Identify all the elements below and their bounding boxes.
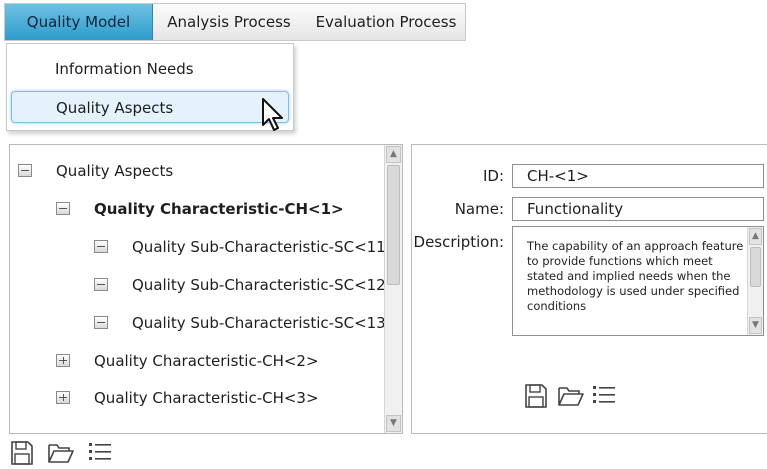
tree-node-characteristic[interactable]: Quality Characteristic-CH<1> [56, 196, 344, 222]
tree-node-label: Quality Sub-Characteristic-SC<11> [132, 238, 399, 256]
tree-node-characteristic[interactable]: Quality Characteristic-CH<2> [56, 348, 319, 374]
tree-node-label: Quality Characteristic-CH<2> [94, 352, 319, 370]
name-field[interactable] [512, 197, 764, 221]
save-icon[interactable] [524, 383, 548, 409]
leaf-node-icon [94, 315, 108, 329]
scroll-up-arrow-icon[interactable]: ▲ [386, 146, 401, 163]
tree-node-label: Quality Characteristic-CH<1> [94, 200, 344, 218]
scroll-down-arrow-icon[interactable]: ▼ [749, 317, 762, 334]
tree-scrollbar[interactable]: ▲ ▼ [384, 145, 402, 433]
description-label: Description: [413, 233, 504, 251]
tab-quality-model[interactable]: Quality Model [5, 4, 153, 40]
tree-node-label: Quality Sub-Characteristic-SC<12> [132, 276, 399, 294]
menu-item-quality-aspects[interactable]: Quality Aspects [11, 91, 289, 123]
description-text: The capability of an approach feature to… [527, 239, 744, 313]
leaf-node-icon [94, 277, 108, 291]
scroll-down-arrow-icon[interactable]: ▼ [386, 415, 401, 432]
tree-node-sub-characteristic[interactable]: Quality Sub-Characteristic-SC<11> [94, 234, 398, 260]
tab-analysis-process[interactable]: Analysis Process [153, 4, 305, 40]
tree-node-label: Quality Sub-Characteristic-SC<13> [132, 314, 399, 332]
tree-node-characteristic[interactable]: Quality Characteristic-CH<3> [56, 385, 319, 411]
description-scrollbar[interactable]: ▲ ▼ [747, 227, 763, 335]
menu-bar: Quality Model Analysis Process Evaluatio… [4, 3, 466, 41]
quality-model-dropdown: Information Needs Quality Aspects [6, 43, 294, 131]
tree-node-label: Quality Aspects [56, 162, 174, 180]
collapse-icon[interactable] [18, 163, 32, 177]
tree-node-sub-characteristic[interactable]: Quality Sub-Characteristic-SC<12> [94, 272, 398, 298]
open-folder-icon[interactable] [47, 442, 75, 464]
characteristic-detail-panel: ID: Name: Description: The capability of… [411, 144, 767, 434]
id-field[interactable] [512, 164, 764, 188]
list-icon[interactable] [592, 383, 616, 407]
open-folder-icon[interactable] [557, 385, 585, 407]
save-icon[interactable] [10, 440, 34, 466]
tree-node-label: Quality Characteristic-CH<3> [94, 389, 319, 407]
leaf-node-icon [94, 239, 108, 253]
tree-node-sub-characteristic[interactable]: Quality Sub-Characteristic-SC<13> [94, 310, 398, 336]
mouse-pointer-icon [262, 98, 283, 131]
expand-icon[interactable] [56, 390, 70, 404]
expand-icon[interactable] [56, 353, 70, 367]
scrollbar-thumb[interactable] [387, 165, 400, 285]
tree-node-root[interactable]: Quality Aspects [18, 158, 173, 184]
name-label: Name: [454, 200, 504, 218]
id-label: ID: [482, 167, 504, 185]
scroll-up-arrow-icon[interactable]: ▲ [749, 228, 762, 245]
collapse-icon[interactable] [56, 201, 70, 215]
menu-item-information-needs[interactable]: Information Needs [11, 53, 289, 85]
quality-aspects-tree-panel: Quality Aspects Quality Characteristic-C… [9, 144, 403, 434]
tab-evaluation-process[interactable]: Evaluation Process [305, 4, 467, 40]
description-field[interactable]: The capability of an approach feature to… [512, 226, 764, 336]
scrollbar-thumb[interactable] [750, 247, 761, 287]
list-icon[interactable] [88, 440, 112, 464]
